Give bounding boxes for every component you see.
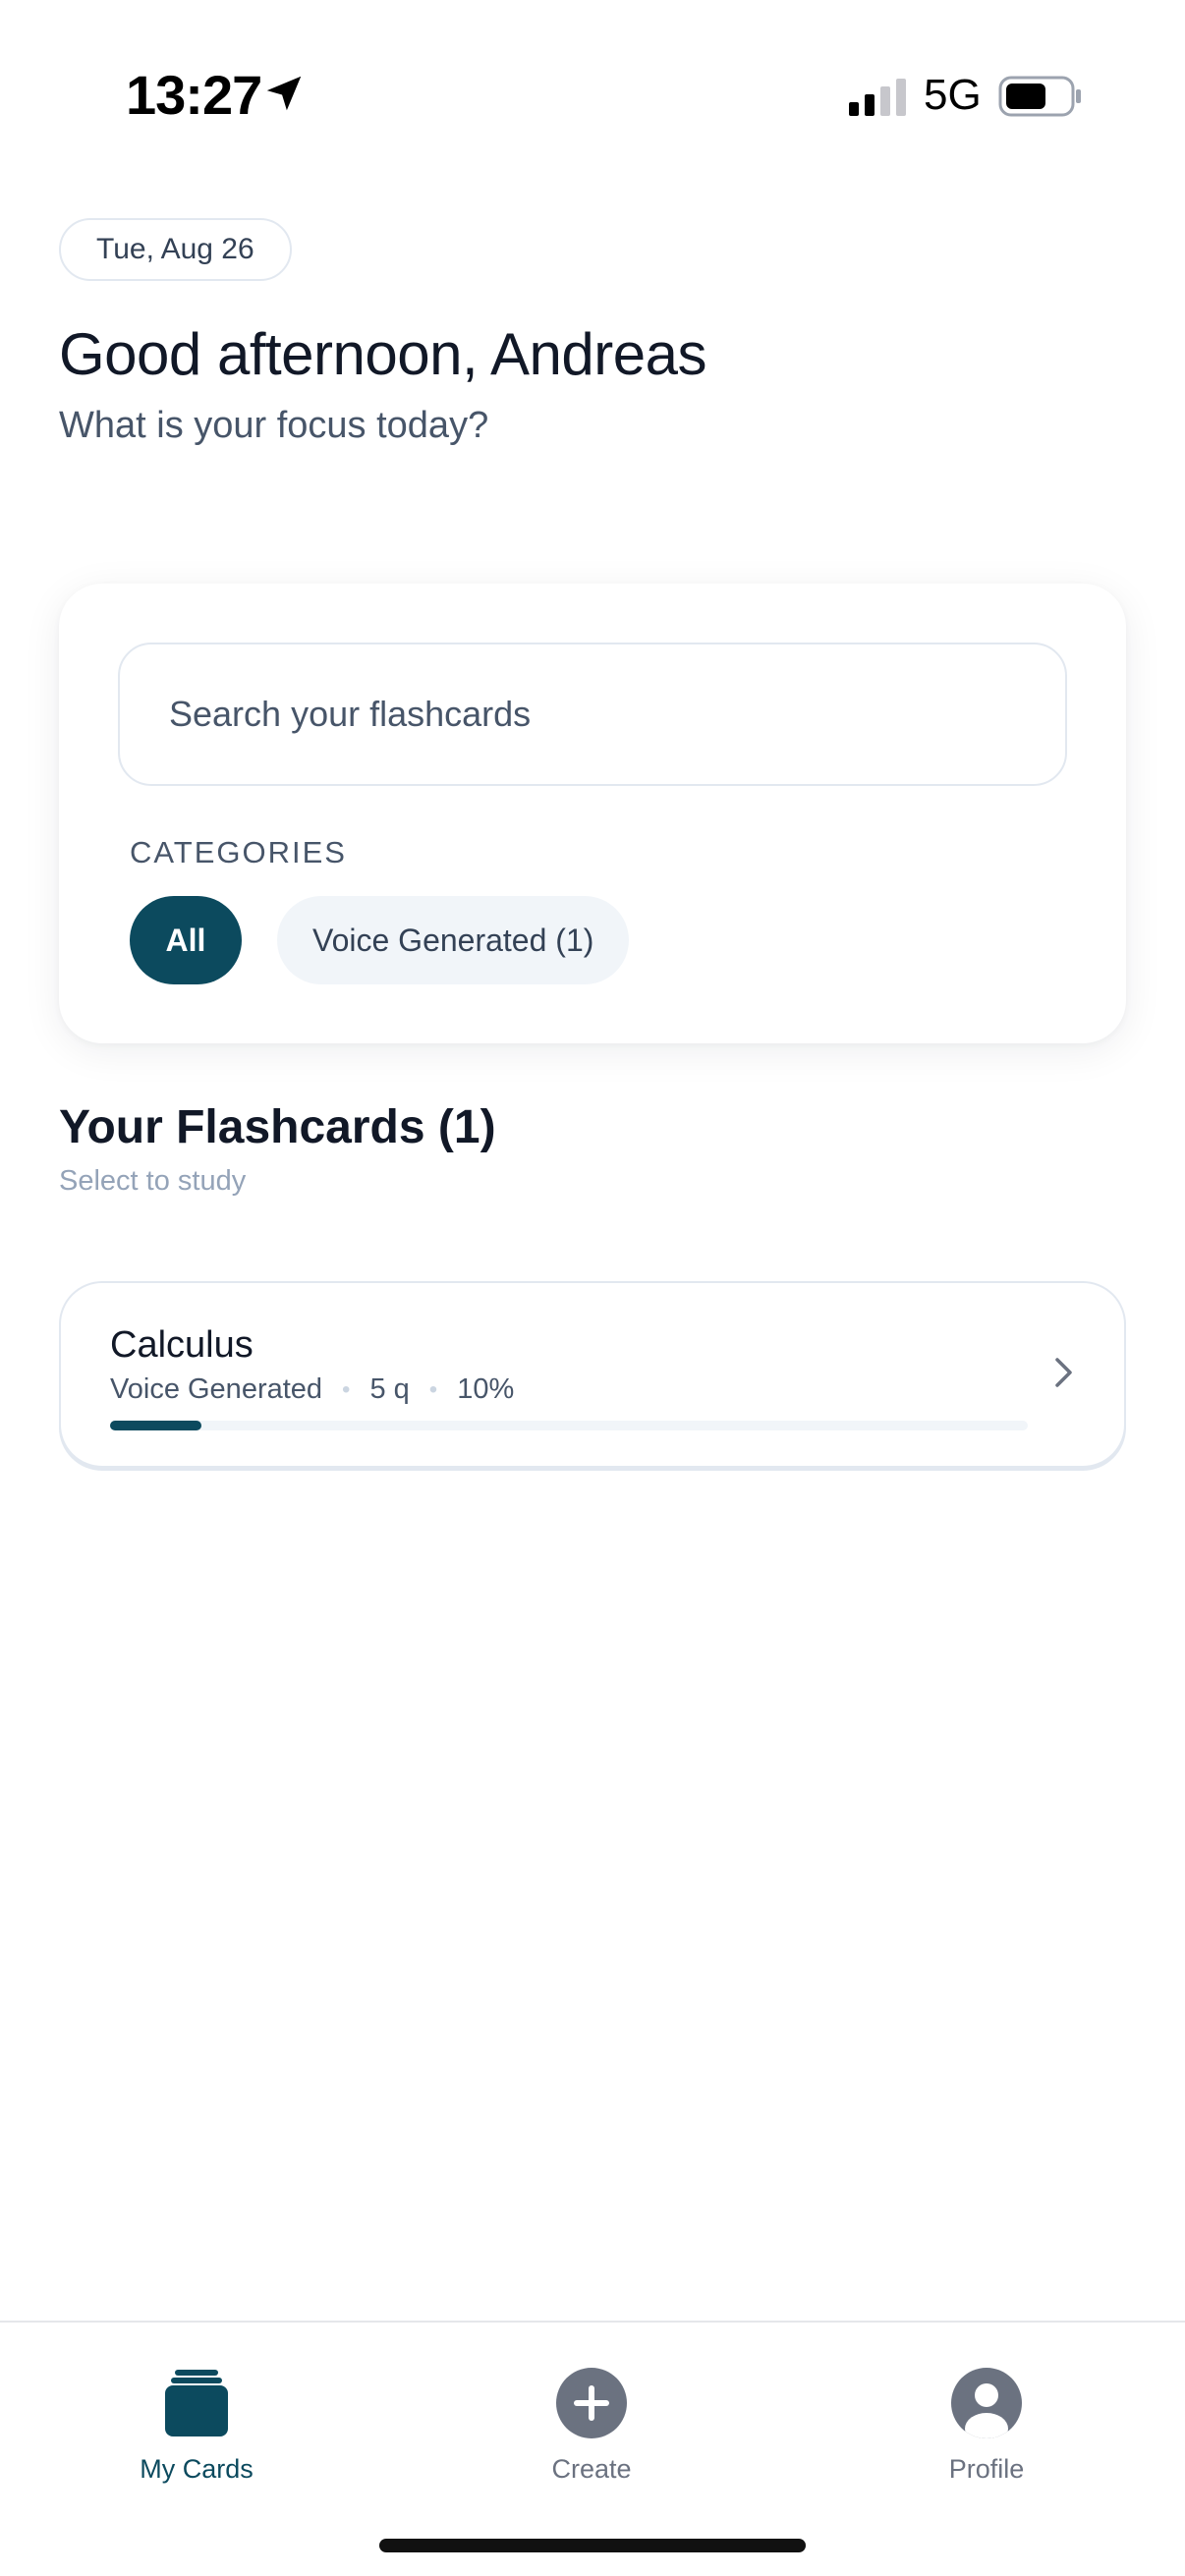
- greeting-subtitle: What is your focus today?: [59, 405, 489, 446]
- chevron-right-icon: [1055, 1358, 1072, 1387]
- location-arrow-icon: [266, 76, 302, 111]
- flashcard-category: Voice Generated: [110, 1373, 323, 1405]
- cellular-signal-icon: [849, 79, 906, 116]
- flashcard-meta: Voice Generated • 5 q • 10%: [110, 1373, 514, 1406]
- meta-separator: •: [342, 1375, 351, 1403]
- tab-label: My Cards: [140, 2454, 254, 2484]
- flashcards-section-title: Your Flashcards (1): [59, 1101, 496, 1153]
- card-stack-icon: [165, 2370, 228, 2436]
- tab-create[interactable]: Create: [474, 2366, 709, 2485]
- tab-profile[interactable]: Profile: [869, 2366, 1104, 2485]
- plus-circle-icon: [556, 2368, 627, 2438]
- bottom-tab-bar: My Cards Create Profile: [0, 2321, 1185, 2576]
- flashcard-title: Calculus: [110, 1324, 254, 1366]
- home-indicator: [379, 2539, 806, 2552]
- network-type: 5G: [924, 71, 982, 119]
- search-card: CATEGORIES All Voice Generated (1): [59, 584, 1126, 1043]
- tab-my-cards[interactable]: My Cards: [79, 2366, 314, 2485]
- search-input[interactable]: [118, 643, 1067, 786]
- categories-label: CATEGORIES: [130, 835, 347, 869]
- flashcard-progress-fill: [110, 1421, 202, 1430]
- flashcard-item[interactable]: Calculus Voice Generated • 5 q • 10%: [59, 1281, 1126, 1468]
- flashcard-progress-label: 10%: [457, 1373, 515, 1405]
- greeting-heading: Good afternoon, Andreas: [59, 321, 707, 387]
- flashcards-section-subtitle: Select to study: [59, 1165, 247, 1197]
- date-chip: Tue, Aug 26: [59, 218, 292, 281]
- tab-label: Profile: [948, 2454, 1025, 2484]
- home-screen: 13:27 5G Tue, Aug 26 Good afternoon, And…: [0, 0, 1185, 2576]
- battery-icon: [998, 76, 1081, 117]
- status-time: 13:27: [126, 64, 262, 126]
- status-bar: 13:27 5G: [0, 0, 1185, 147]
- flashcard-progress-bar: [110, 1421, 1028, 1430]
- tab-label: Create: [551, 2454, 632, 2484]
- category-chip-voice-generated[interactable]: Voice Generated (1): [277, 896, 630, 984]
- flashcard-question-count: 5 q: [369, 1373, 410, 1405]
- user-avatar-icon: [951, 2368, 1022, 2438]
- category-chip-all[interactable]: All: [130, 896, 242, 984]
- meta-separator: •: [428, 1375, 438, 1403]
